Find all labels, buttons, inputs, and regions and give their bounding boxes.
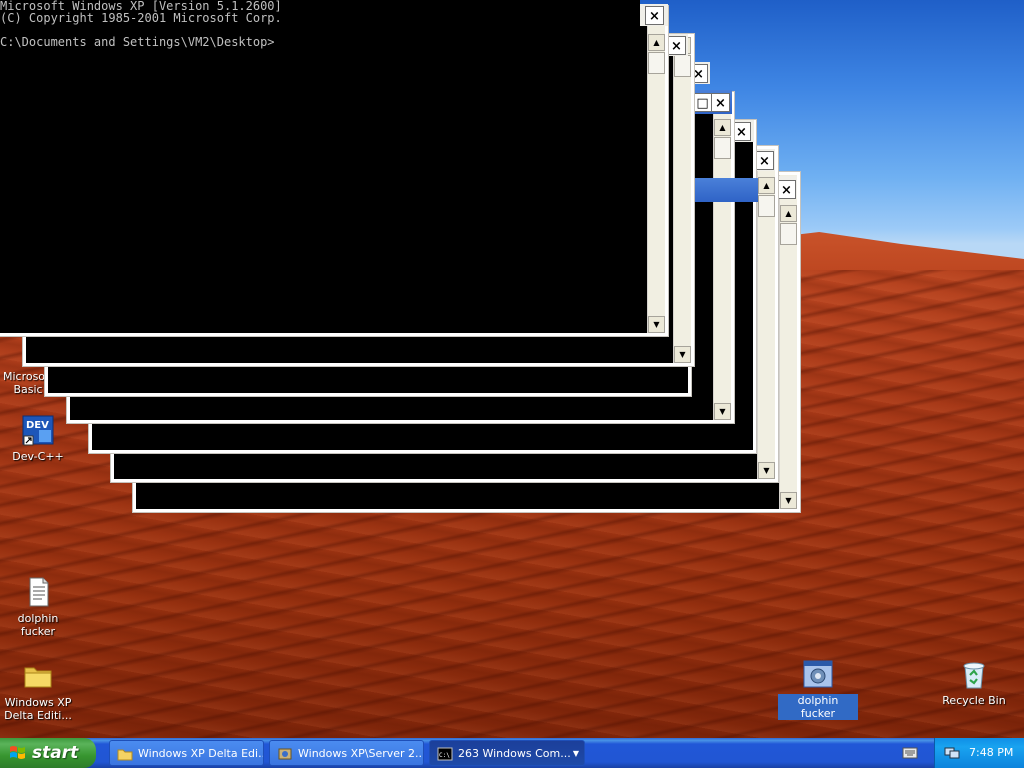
devcpp-badge: DEV [26, 420, 49, 431]
windows-flag-icon [10, 746, 25, 759]
setup-icon [278, 748, 292, 760]
close-button[interactable]: × [645, 6, 664, 25]
taskbar-button-windows-xp-delta[interactable]: Windows XP Delta Edi... [109, 740, 264, 766]
command-prompt-output[interactable]: Microsoft Windows XP [Version 5.1.2600] … [0, 0, 640, 300]
keyboard-icon[interactable] [902, 746, 918, 760]
start-label: start [32, 743, 79, 763]
close-button[interactable]: × [732, 122, 751, 141]
system-tray: 7:48 PM [934, 738, 1024, 768]
scroll-up-button[interactable]: ▲ [780, 205, 797, 222]
desktop-icon-recycle-bin[interactable]: Recycle Bin [934, 658, 1014, 707]
console-prompt: C:\Documents and Settings\VM2\Desktop> [0, 35, 275, 49]
scrollbar[interactable]: ▲ ▼ [757, 149, 775, 479]
close-button[interactable]: × [777, 180, 796, 199]
clock[interactable]: 7:48 PM [969, 738, 1013, 768]
taskbar: start Windows XP Delta Edi... Windows XP… [0, 738, 1024, 768]
scroll-thumb[interactable] [780, 223, 797, 245]
close-button[interactable]: × [755, 151, 774, 170]
desktop-icon-label: Basic [13, 383, 43, 396]
close-button[interactable]: × [711, 93, 730, 112]
console-icon: C:\ [437, 747, 453, 761]
close-button[interactable]: × [667, 36, 686, 55]
scroll-down-button[interactable]: ▼ [758, 462, 775, 479]
console-line: (C) Copyright 1985-2001 Microsoft Corp. [0, 11, 282, 25]
scroll-thumb[interactable] [674, 55, 691, 77]
desktop-icon-label: Dev-C++ [12, 450, 64, 463]
chevron-down-icon: ▼ [572, 749, 579, 758]
scroll-up-button[interactable]: ▲ [648, 34, 665, 51]
scroll-up-button[interactable]: ▲ [714, 119, 731, 136]
maximize-button[interactable]: □ [693, 93, 712, 112]
taskbar-button-label: Windows XP Delta Edi... [138, 747, 264, 760]
scrollbar[interactable]: ▲ ▼ [673, 37, 691, 363]
desktop-icon-dolphin-document[interactable]: dolphin fucker [0, 576, 78, 638]
scrollbar[interactable]: ▲ ▼ [713, 95, 731, 420]
application-icon [802, 658, 834, 690]
taskbar-button-label: 263 Windows Com... [458, 747, 571, 760]
scroll-down-button[interactable]: ▼ [714, 403, 731, 420]
folder-icon [22, 660, 54, 692]
desktop-icon-label: dolphin fucker [17, 612, 59, 638]
scroll-thumb[interactable] [758, 195, 775, 217]
scrollbar[interactable]: ▲ ▼ [779, 175, 797, 509]
devcpp-icon: DEV [22, 414, 54, 446]
desktop: Microsoft Basic DEV Dev-C++ dolphin fuck… [0, 0, 1024, 738]
scroll-thumb[interactable] [648, 52, 665, 74]
desktop-icon-label: Windows XP [4, 696, 72, 709]
scroll-down-button[interactable]: ▼ [648, 316, 665, 333]
folder-icon [117, 749, 133, 761]
desktop-icon-label: Delta Editi... [4, 709, 72, 722]
scroll-down-button[interactable]: ▼ [780, 492, 797, 509]
scroll-thumb[interactable] [714, 137, 731, 159]
desktop-icon-label: dolphin fucker [778, 694, 858, 720]
text-document-icon [22, 576, 54, 608]
taskbar-button-windows-xp-server[interactable]: Windows XP\Server 2... [269, 740, 424, 766]
network-icon[interactable] [943, 745, 961, 761]
console-icon-text: C:\ [439, 752, 450, 759]
taskbar-button-windows-command-group[interactable]: C:\ 263 Windows Com... ▼ [429, 740, 585, 766]
recycle-bin-icon [958, 658, 990, 690]
desktop-icon-windows-xp-folder[interactable]: Windows XP Delta Editi... [0, 660, 78, 722]
desktop-icon-dolphin-exe[interactable]: dolphin fucker [778, 658, 858, 720]
desktop-icon-label: Recycle Bin [942, 694, 1006, 707]
title-bar[interactable] [688, 178, 758, 202]
scroll-up-button[interactable]: ▲ [758, 177, 775, 194]
start-button[interactable]: start [0, 738, 96, 768]
scroll-down-button[interactable]: ▼ [674, 346, 691, 363]
taskbar-button-label: Windows XP\Server 2... [298, 747, 424, 760]
scrollbar[interactable]: ▲ ▼ [647, 9, 665, 333]
